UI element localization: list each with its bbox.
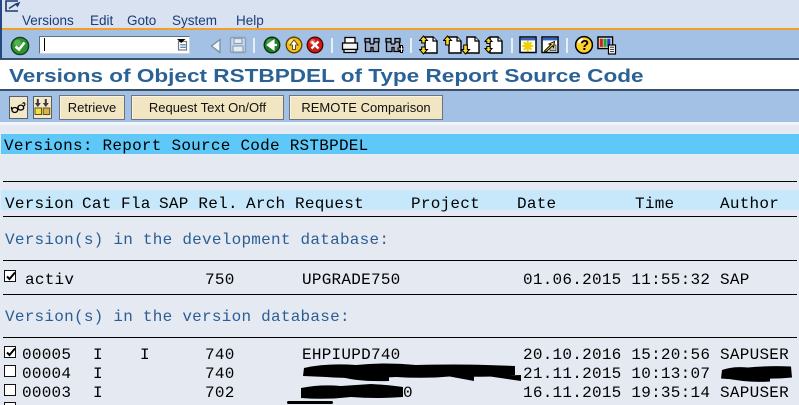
svg-text:?: ?: [580, 38, 589, 54]
